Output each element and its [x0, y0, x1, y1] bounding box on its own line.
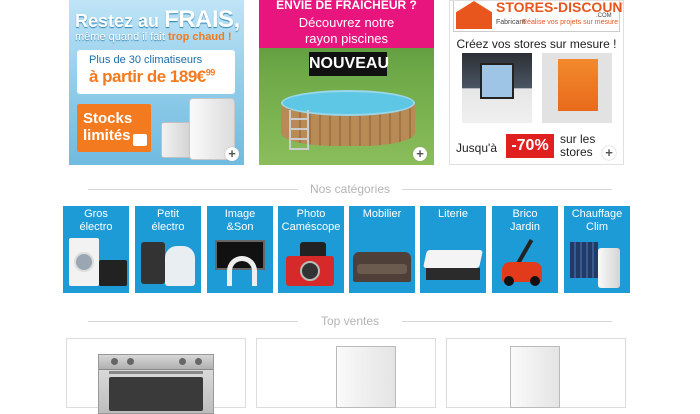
banner2-heading: ENVIE DE FRAÎCHEUR ?: [259, 0, 434, 12]
oven-image: [98, 354, 214, 414]
banner1-subtitle: même quand il fait trop chaud !: [75, 31, 232, 43]
plus-icon[interactable]: +: [413, 147, 427, 161]
category-mobilier[interactable]: Mobilier: [349, 206, 415, 293]
stand-mixer-icon: [165, 246, 195, 286]
sofa-icon: [353, 252, 411, 282]
category-petit-electro[interactable]: Petit électro: [135, 206, 201, 293]
mattress-icon: [423, 250, 483, 268]
banner1-offer-box: Plus de 30 climatiseurs à partir de 189€…: [77, 50, 235, 94]
category-brico-jardin[interactable]: Brico Jardin: [492, 206, 558, 293]
stores-discount-logo: STORES-DISCOUNT Fabricant Réalise vos pr…: [453, 1, 623, 32]
stock-badge: Stocks limités: [77, 104, 151, 152]
camera-icon: [286, 256, 334, 286]
promo-banner-stores[interactable]: STORES-DISCOUNT Fabricant Réalise vos pr…: [449, 0, 624, 165]
freezer-image: [510, 346, 560, 408]
category-label: Image &Son: [224, 208, 256, 233]
category-label: Photo Caméscope: [281, 208, 341, 233]
banner3-jusqua: Jusqu'à: [456, 141, 497, 155]
category-label: Brico Jardin: [510, 208, 540, 233]
category-photo-camescope[interactable]: Photo Caméscope: [278, 206, 344, 293]
banner3-title: Créez vos stores sur mesure !: [456, 37, 617, 51]
category-label: Literie: [438, 208, 468, 220]
discount-badge: -70%: [506, 134, 554, 158]
fridge-image: [336, 346, 396, 408]
categories-title: Nos catégories: [309, 182, 391, 196]
categories-section-header: Nos catégories: [0, 182, 700, 196]
top-ventes-section-header: Top ventes: [0, 314, 700, 328]
top-ventes-title: Top ventes: [320, 314, 380, 328]
category-chauffage-clim[interactable]: Chauffage Clim: [564, 206, 630, 293]
plus-icon[interactable]: +: [225, 147, 239, 161]
banner1-offer-line1: Plus de 30 climatiseurs: [89, 54, 203, 66]
promo-banner-climatiseurs[interactable]: Restez au FRAIS, même quand il fait trop…: [69, 0, 244, 165]
pool-ladder-icon: [289, 110, 309, 150]
category-image-son[interactable]: Image &Son: [207, 206, 273, 293]
banner1-title: Restez au FRAIS,: [75, 6, 240, 33]
orange-blind-image: [542, 53, 612, 123]
headphones-icon: [227, 256, 257, 286]
cooktop-icon: [99, 260, 127, 286]
radiator-icon: [570, 242, 598, 278]
category-literie[interactable]: Literie: [420, 206, 486, 293]
banner3-sur-text: sur les stores: [560, 132, 596, 159]
washing-machine-icon: [69, 238, 99, 286]
category-label: Chauffage Clim: [571, 208, 623, 233]
category-label: Petit électro: [151, 208, 185, 233]
air-conditioner-icon: [598, 248, 620, 288]
category-gros-electro[interactable]: Gros électro: [63, 206, 129, 293]
banner1-offer-price: à partir de 189€99: [89, 67, 215, 86]
category-label: Mobilier: [362, 208, 402, 220]
promo-banner-piscines[interactable]: ENVIE DE FRAÎCHEUR ? Découvrez notre ray…: [259, 0, 434, 165]
nouveau-badge: NOUVEAU: [309, 52, 389, 76]
banner2-text: Découvrez notre rayon piscines: [259, 12, 434, 48]
price-tag-icon: [133, 134, 147, 146]
plus-icon[interactable]: +: [602, 146, 616, 160]
coffee-machine-icon: [141, 242, 165, 284]
room-window-image: [462, 53, 532, 123]
bed-base-icon: [426, 268, 480, 280]
house-icon: [456, 1, 492, 29]
category-label: Gros électro: [79, 208, 113, 233]
lawn-mower-icon: [502, 262, 542, 286]
